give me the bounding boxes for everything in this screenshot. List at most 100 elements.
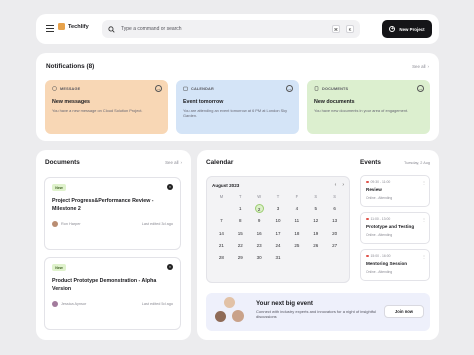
calendar-day[interactable]: 16	[250, 229, 269, 238]
next-month-icon[interactable]: ›	[342, 182, 344, 188]
calendar-day[interactable]: 24	[269, 241, 288, 250]
calendar-title: Calendar	[206, 159, 234, 166]
calendar-panel: Calendar August 2023 ‹ › MTWTFSS12345678…	[197, 150, 439, 340]
kind-label: DOCUMENTS	[322, 86, 349, 91]
calendar-day[interactable]: 14	[212, 229, 231, 238]
logo[interactable]: Techlify	[58, 23, 89, 30]
document-edited: Last edited 5d ago	[141, 302, 173, 307]
weekday-label: S	[314, 194, 318, 199]
prev-month-icon[interactable]: ‹	[335, 182, 337, 188]
calendar-day[interactable]: 5	[306, 204, 325, 213]
calendar-day[interactable]: 10	[269, 216, 288, 225]
document-footer: Jessica Aynsor Last edited 5d ago	[52, 301, 173, 308]
plus-icon: +	[389, 25, 396, 32]
weekday-label: T	[239, 194, 242, 199]
event-title: Mentoring Session	[366, 261, 408, 266]
calendar-day[interactable]: 9	[250, 216, 269, 225]
calendar-day[interactable]: 18	[287, 229, 306, 238]
notifications-title: Notifications (8)	[46, 63, 95, 70]
calendar-grid: M T W T F S S 1 2 3 4 5 6 7 8 9 10 11 12 13 14 15 16 17 18 19 20 21…	[212, 192, 344, 262]
calendar-day[interactable]: 3	[269, 204, 288, 213]
status-dot	[366, 217, 369, 221]
event-banner: Your next big event Connect with industr…	[206, 293, 430, 331]
avatar	[215, 311, 226, 322]
document-icon	[314, 86, 319, 91]
calendar-day[interactable]: 19	[306, 229, 325, 238]
arrow-icon[interactable]: →	[155, 85, 162, 92]
calendar-day[interactable]: 30	[250, 253, 269, 262]
calendar-empty-cell	[287, 253, 306, 262]
close-icon[interactable]: ×	[167, 264, 173, 270]
calendar-day[interactable]: 12	[306, 216, 325, 225]
brand-name: Techlify	[68, 23, 89, 30]
document-author: Jessica Aynsor	[61, 302, 87, 307]
notifications-see-all[interactable]: See all ›	[412, 64, 429, 69]
calendar-day[interactable]: 29	[231, 253, 250, 262]
document-card[interactable]: New × Project Progress&Performance Revie…	[44, 177, 181, 250]
calendar-day[interactable]: 17	[269, 229, 288, 238]
weekday-label: W	[257, 194, 262, 199]
logo-icon	[58, 23, 65, 30]
new-badge: New	[52, 184, 66, 191]
shortcut-cmd-key: ⌘	[332, 25, 340, 33]
see-all-label: See all	[412, 64, 426, 69]
new-project-label: New Project	[399, 26, 425, 32]
event-title: Prototype and Testing	[366, 224, 415, 229]
new-project-button[interactable]: + New Project	[382, 20, 432, 38]
avatar	[52, 301, 58, 308]
more-icon[interactable]: ⋮	[422, 254, 426, 259]
calendar-day[interactable]: 13	[325, 216, 344, 225]
notification-card-message[interactable]: MESSAGE → New messages You have a new me…	[45, 80, 168, 134]
arrow-icon[interactable]: →	[417, 85, 424, 92]
calendar-day[interactable]: 28	[212, 253, 231, 262]
calendar-day[interactable]: 1	[231, 204, 250, 213]
menu-icon[interactable]	[46, 25, 54, 34]
calendar-day[interactable]: 11	[287, 216, 306, 225]
notification-card-documents[interactable]: DOCUMENTS → New documents You have new d…	[307, 80, 430, 134]
document-footer: Ron Harper Last edited 3d ago	[52, 221, 173, 228]
more-icon[interactable]: ⋮	[422, 217, 426, 222]
more-icon[interactable]: ⋮	[422, 180, 426, 185]
chevron-right-icon: ›	[180, 160, 182, 165]
calendar-day[interactable]: 25	[287, 241, 306, 250]
events-date: Tuesday, 2 Aug	[404, 161, 430, 165]
calendar-day[interactable]: 27	[325, 241, 344, 250]
calendar-day[interactable]: 6	[325, 204, 344, 213]
calendar-day[interactable]: 7	[212, 216, 231, 225]
calendar-day[interactable]: 15	[231, 229, 250, 238]
calendar-day[interactable]: 31	[269, 253, 288, 262]
event-card[interactable]: 11:00 - 13:00 ⋮ Prototype and Testing On…	[360, 212, 430, 244]
shortcut-k-key: K	[346, 25, 354, 33]
calendar-day[interactable]: 21	[212, 241, 231, 250]
calendar-empty-cell	[306, 253, 325, 262]
banner-title: Your next big event	[256, 300, 313, 307]
search-bar[interactable]: Type a command or search ⌘ K	[102, 20, 360, 38]
event-time: 11:00 - 13:00	[370, 217, 391, 221]
calendar-day[interactable]: 4	[287, 204, 306, 213]
calendar-day[interactable]: 20	[325, 229, 344, 238]
document-edited: Last edited 3d ago	[141, 222, 173, 227]
notification-card-calendar[interactable]: CALENDAR → Event tomorrow You are attend…	[176, 80, 299, 134]
document-card[interactable]: New × Product Prototype Demonstration - …	[44, 257, 181, 330]
close-icon[interactable]: ×	[167, 184, 173, 190]
calendar-day[interactable]: 23	[250, 241, 269, 250]
calendar-empty-cell	[212, 204, 231, 213]
calendar-day[interactable]: 26	[306, 241, 325, 250]
event-status: Online - Attending	[366, 270, 393, 274]
join-now-button[interactable]: Join now	[384, 305, 424, 318]
avatar	[224, 297, 235, 308]
calendar-day[interactable]: 8	[231, 216, 250, 225]
message-icon	[52, 86, 57, 91]
document-author: Ron Harper	[61, 222, 81, 227]
weekday-label: S	[333, 194, 336, 199]
arrow-icon[interactable]: →	[286, 85, 293, 92]
event-card[interactable]: 15:00 - 16:00 ⋮ Mentoring Session Online…	[360, 249, 430, 281]
event-status: Online - Attending	[366, 196, 393, 200]
weekday-label: M	[219, 194, 224, 199]
calendar-widget: August 2023 ‹ › M T W T F S S 1 2 3 4 5 6 7 8 9 10 11 12 13…	[206, 176, 350, 283]
calendar-day[interactable]: 22	[231, 241, 250, 250]
notification-desc: You are attending an event tomorrow at 6…	[183, 108, 288, 119]
calendar-day-selected[interactable]: 2	[254, 204, 264, 214]
event-card[interactable]: 09:30 - 11:00 ⋮ Review Online - Attendin…	[360, 175, 430, 207]
documents-see-all[interactable]: See all ›	[165, 160, 182, 165]
